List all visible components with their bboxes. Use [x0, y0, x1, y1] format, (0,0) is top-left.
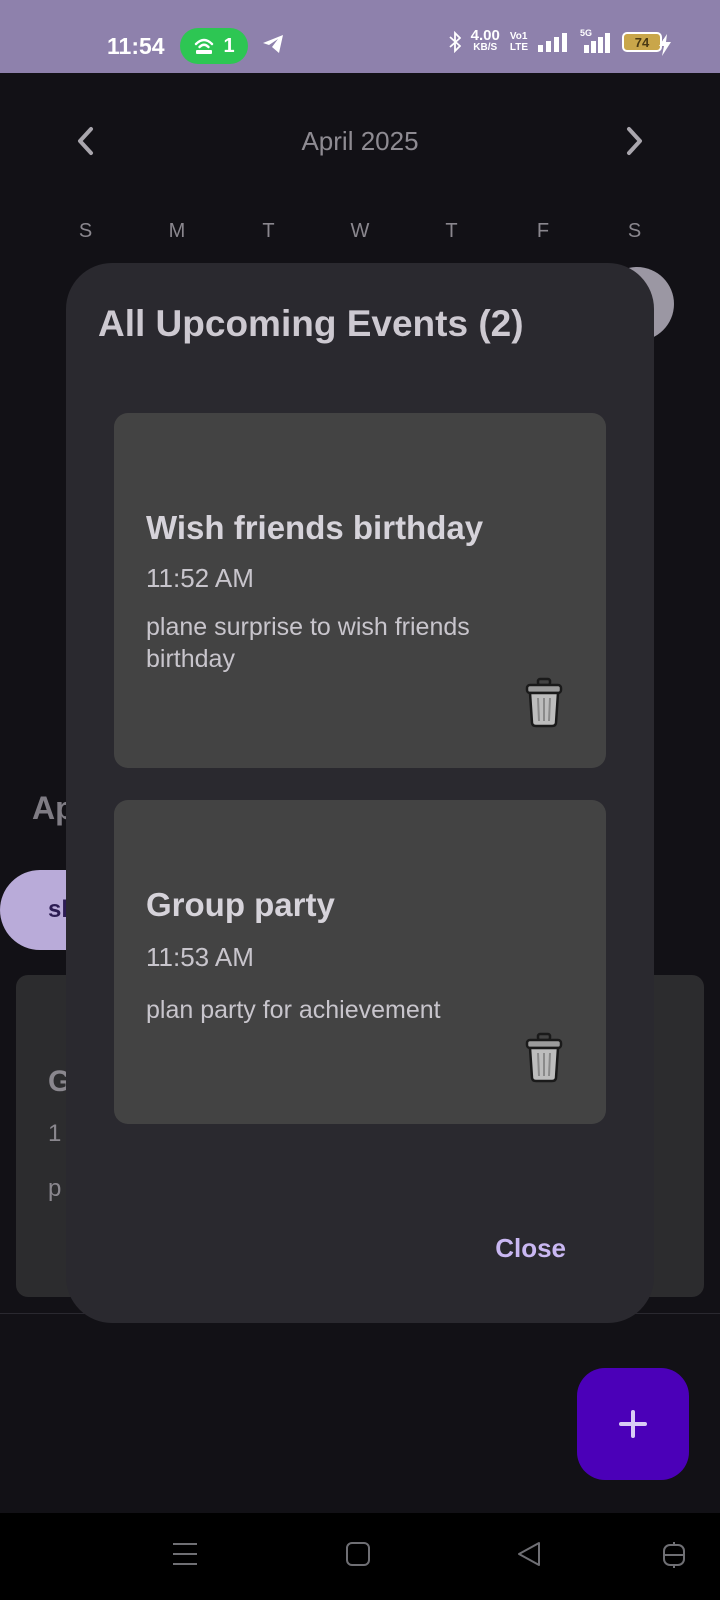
trash-icon[interactable] [524, 677, 564, 729]
event-card[interactable]: Wish friends birthday 11:52 AM plane sur… [114, 413, 606, 768]
plus-icon [619, 1410, 647, 1438]
background-event-description: p [48, 1175, 62, 1202]
chevron-right-icon[interactable] [624, 126, 644, 156]
weekday-label: T [262, 220, 275, 242]
upcoming-events-dialog: All Upcoming Events (2) Wish friends bir… [66, 263, 654, 1323]
network-speed-unit: KB/S [473, 42, 498, 53]
close-button[interactable]: Close [495, 1233, 566, 1264]
charging-icon [659, 34, 671, 56]
event-time: 11:52 AM [146, 563, 254, 593]
weekday-label: F [536, 220, 550, 242]
event-card[interactable]: Group party 11:53 AM plan party for achi… [114, 800, 606, 1124]
weekday-row: S M T W T F S [40, 220, 680, 243]
signal-icon [538, 33, 567, 52]
accessibility-icon[interactable] [660, 1541, 688, 1569]
calendar-month-title: April 2025 [301, 126, 419, 156]
back-icon[interactable] [516, 1541, 542, 1567]
filter-chip-label: sl [48, 896, 69, 923]
trash-icon[interactable] [524, 1032, 564, 1084]
home-icon[interactable] [345, 1541, 371, 1567]
hotspot-indicator: 1 [180, 28, 248, 64]
status-bar: 11:54 1 4.00 KB/S Vo1 LTE 5G 74 [0, 0, 720, 73]
navigation-bar [0, 1513, 720, 1600]
weekday-label: M [168, 220, 186, 242]
volte-bottom-label: LTE [509, 42, 528, 53]
event-description: plane surprise to wish friends birthday [146, 613, 470, 673]
hotspot-count: 1 [223, 34, 235, 57]
menu-icon[interactable] [172, 1541, 198, 1567]
event-time: 11:53 AM [146, 942, 254, 972]
network-speed: 4.00 KB/S [470, 27, 500, 54]
signal-5g-icon [584, 33, 610, 53]
dialog-title: All Upcoming Events (2) [98, 303, 524, 344]
battery-level: 74 [634, 34, 650, 50]
hotspot-icon [195, 38, 214, 54]
volte-sim-label: 1 [521, 31, 528, 42]
status-right-group: 4.00 KB/S Vo1 LTE 5G 74 [449, 27, 666, 54]
signal-5g-indicator: 5G [578, 28, 612, 53]
weekday-label: S [627, 220, 642, 242]
bluetooth-icon [449, 31, 461, 53]
weekday-label: T [445, 220, 458, 242]
background-event-time: 1 [48, 1120, 62, 1147]
weekday-label: W [350, 220, 370, 242]
network-speed-value: 4.00 [470, 27, 500, 44]
status-time: 11:54 [107, 33, 165, 59]
volte-indicator: Vo1 LTE [510, 31, 528, 53]
telegram-icon [263, 35, 283, 53]
event-title: Wish friends birthday [146, 509, 484, 546]
battery-indicator: 74 [622, 32, 666, 52]
add-event-button[interactable] [577, 1368, 689, 1480]
calendar-header: April 2025 [0, 120, 720, 160]
event-title: Group party [146, 886, 335, 923]
weekday-label: S [78, 220, 93, 242]
volte-top-label: Vo [509, 31, 522, 42]
event-description: plan party for achievement [146, 996, 441, 1024]
